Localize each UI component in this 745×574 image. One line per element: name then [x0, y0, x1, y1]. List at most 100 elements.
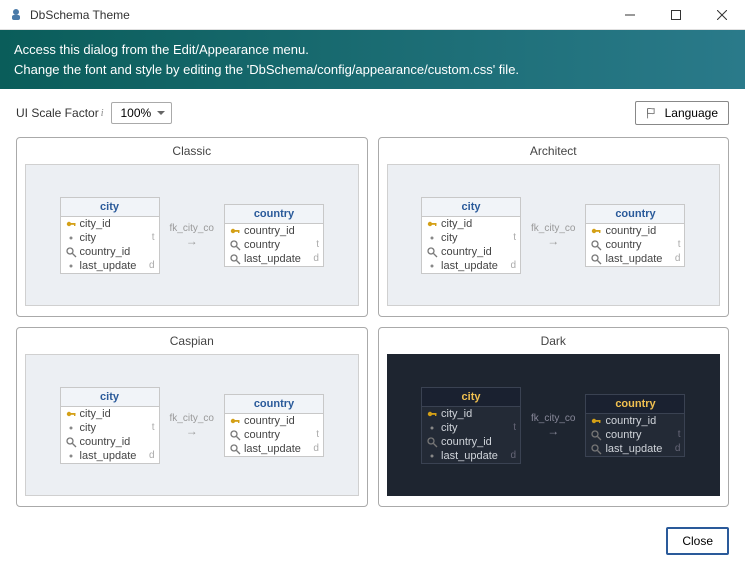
column-type: d [313, 253, 319, 264]
column-name: country [605, 429, 675, 441]
column-type: d [510, 450, 516, 461]
column-name: country_id [441, 246, 514, 258]
entity-header: city [422, 388, 520, 407]
window-title: DbSchema Theme [30, 8, 607, 22]
theme-caspian[interactable]: Caspian citycity_idcitytcountry_idlast_u… [16, 327, 368, 507]
star-icon [426, 260, 438, 272]
column-name: country_id [244, 225, 317, 237]
close-label: Close [682, 534, 713, 548]
column-type: t [513, 422, 516, 433]
column-row: cityt [422, 421, 520, 435]
column-row: countryt [586, 238, 684, 252]
fk-arrow-icon: → [547, 234, 559, 248]
entity-header: city [61, 198, 159, 217]
language-label: Language [665, 106, 718, 120]
column-name: last_update [80, 260, 147, 272]
magnifier-icon [229, 443, 241, 455]
column-row: countryt [225, 238, 323, 252]
fk-label: fk_city_co [170, 413, 214, 424]
entity-city: citycity_idcitytcountry_idlast_updated [421, 197, 521, 274]
flag-icon [646, 107, 659, 120]
column-name: country_id [244, 415, 317, 427]
column-row: city_id [422, 217, 520, 231]
entity-header: country [225, 205, 323, 224]
theme-classic[interactable]: Classic citycity_idcitytcountry_idlast_u… [16, 137, 368, 317]
entity-country: countrycountry_idcountrytlast_updated [224, 204, 324, 267]
theme-title: Architect [387, 144, 721, 158]
language-button[interactable]: Language [635, 101, 729, 125]
footer: Close [0, 519, 745, 567]
column-row: last_updated [225, 442, 323, 456]
column-name: country_id [605, 225, 678, 237]
theme-title: Dark [387, 334, 721, 348]
column-row: cityt [61, 231, 159, 245]
fk-label: fk_city_co [170, 223, 214, 234]
window-controls [607, 0, 745, 30]
entity-header: country [586, 205, 684, 224]
key-icon [229, 225, 241, 237]
top-controls: UI Scale Factor i 100% Language [0, 89, 745, 133]
column-row: last_updated [61, 259, 159, 273]
key-icon [426, 218, 438, 230]
column-row: city_id [422, 407, 520, 421]
column-type: d [313, 443, 319, 454]
minimize-button[interactable] [607, 0, 653, 30]
magnifier-icon [426, 436, 438, 448]
magnifier-icon [229, 429, 241, 441]
column-name: last_update [80, 450, 147, 462]
info-banner: Access this dialog from the Edit/Appeara… [0, 30, 745, 89]
key-icon [426, 408, 438, 420]
theme-architect[interactable]: Architect citycity_idcitytcountry_idlast… [378, 137, 730, 317]
entity-country: countrycountry_idcountrytlast_updated [585, 204, 685, 267]
column-name: last_update [441, 450, 508, 462]
entity-header: city [61, 388, 159, 407]
column-row: last_updated [586, 442, 684, 456]
scale-select[interactable]: 100% [111, 102, 172, 124]
column-row: country_id [225, 224, 323, 238]
key-icon [590, 225, 602, 237]
column-type: t [316, 429, 319, 440]
banner-line-2: Change the font and style by editing the… [14, 60, 731, 80]
column-name: city [441, 422, 511, 434]
column-name: country [244, 239, 314, 251]
theme-dark[interactable]: Dark citycity_idcitytcountry_idlast_upda… [378, 327, 730, 507]
column-row: country_id [61, 245, 159, 259]
info-icon: i [101, 108, 104, 119]
entity-city: citycity_idcitytcountry_idlast_updated [421, 387, 521, 464]
column-name: city [80, 422, 150, 434]
column-row: countryt [225, 428, 323, 442]
scale-label: UI Scale Factor [16, 106, 99, 120]
banner-line-1: Access this dialog from the Edit/Appeara… [14, 40, 731, 60]
entity-header: city [422, 198, 520, 217]
close-dialog-button[interactable]: Close [666, 527, 729, 555]
key-icon [65, 218, 77, 230]
column-type: d [510, 260, 516, 271]
theme-title: Classic [25, 144, 359, 158]
column-row: last_updated [61, 449, 159, 463]
column-row: country_id [422, 435, 520, 449]
column-name: last_update [244, 443, 311, 455]
entity-header: country [586, 395, 684, 414]
maximize-button[interactable] [653, 0, 699, 30]
close-button[interactable] [699, 0, 745, 30]
column-name: last_update [441, 260, 508, 272]
key-icon [590, 415, 602, 427]
star-icon [426, 232, 438, 244]
column-type: d [149, 450, 155, 461]
entity-country: country country_idcountrytlast_updated [224, 394, 324, 457]
scale-value: 100% [120, 106, 151, 120]
column-name: last_update [605, 253, 672, 265]
theme-grid: Classic citycity_idcitytcountry_idlast_u… [0, 133, 745, 519]
magnifier-icon [590, 443, 602, 455]
column-row: last_updated [422, 259, 520, 273]
column-name: country [244, 429, 314, 441]
column-name: city [441, 232, 511, 244]
fk-arrow-icon: → [547, 424, 559, 438]
column-row: last_updated [225, 252, 323, 266]
column-row: city_id [61, 217, 159, 231]
magnifier-icon [229, 253, 241, 265]
column-row: country_id [61, 435, 159, 449]
column-name: last_update [244, 253, 311, 265]
theme-title: Caspian [25, 334, 359, 348]
star-icon [65, 260, 77, 272]
